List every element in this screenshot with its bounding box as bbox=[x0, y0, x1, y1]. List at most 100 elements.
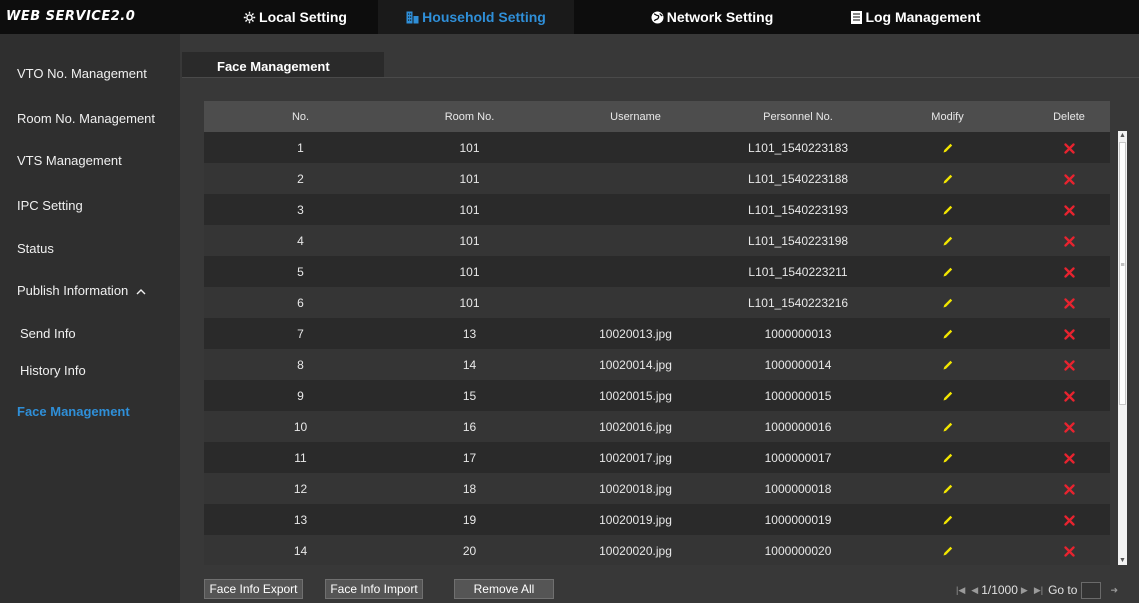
table-row: 10 16 10020016.jpg 1000000016 bbox=[204, 411, 1110, 442]
table-scrollbar[interactable]: ▲ ≡ ▼ bbox=[1118, 131, 1127, 565]
tab-network-setting[interactable]: Network Setting bbox=[640, 0, 784, 34]
sidebar-item-vto[interactable]: VTO No. Management bbox=[17, 66, 197, 81]
x-icon[interactable] bbox=[1063, 329, 1075, 340]
pencil-icon[interactable] bbox=[942, 142, 954, 154]
row-personnel-no: 1000000014 bbox=[729, 349, 867, 380]
row-personnel-no: 1000000019 bbox=[729, 504, 867, 535]
row-modify-cell bbox=[867, 225, 1028, 256]
remove-all-button[interactable]: Remove All bbox=[454, 579, 554, 599]
goto-page-input[interactable] bbox=[1081, 581, 1102, 599]
table-row: 8 14 10020014.jpg 1000000014 bbox=[204, 349, 1110, 380]
row-room-no: 15 bbox=[397, 380, 542, 411]
row-personnel-no: 1000000015 bbox=[729, 380, 867, 411]
pencil-icon[interactable] bbox=[942, 266, 954, 278]
x-icon[interactable] bbox=[1063, 360, 1075, 371]
tab-local-setting[interactable]: Local Setting bbox=[228, 0, 362, 34]
sidebar-item-vts[interactable]: VTS Management bbox=[17, 153, 197, 168]
x-icon[interactable] bbox=[1063, 391, 1075, 402]
x-icon[interactable] bbox=[1063, 422, 1075, 433]
row-delete-cell bbox=[1028, 349, 1110, 380]
pencil-icon[interactable] bbox=[942, 173, 954, 185]
scroll-thumb[interactable] bbox=[1119, 142, 1126, 405]
row-delete-cell bbox=[1028, 411, 1110, 442]
pencil-icon[interactable] bbox=[942, 514, 954, 526]
sidebar-item-publish-label: Publish Information bbox=[17, 283, 129, 298]
row-modify-cell bbox=[867, 132, 1028, 163]
scroll-down-arrow-icon[interactable]: ▼ bbox=[1118, 556, 1127, 565]
row-room-no: 101 bbox=[397, 256, 542, 287]
pencil-icon[interactable] bbox=[942, 297, 954, 309]
row-delete-cell bbox=[1028, 163, 1110, 194]
row-username: 10020016.jpg bbox=[542, 411, 729, 442]
pencil-icon[interactable] bbox=[942, 204, 954, 216]
pencil-icon[interactable] bbox=[942, 452, 954, 464]
face-info-export-button[interactable]: Face Info Export bbox=[204, 579, 303, 599]
sidebar-item-publish[interactable]: Publish Information bbox=[17, 283, 197, 298]
pencil-icon[interactable] bbox=[942, 328, 954, 340]
sidebar: VTO No. Management Room No. Management V… bbox=[0, 34, 180, 603]
x-icon[interactable] bbox=[1063, 484, 1075, 495]
row-username bbox=[542, 132, 729, 163]
tab-log-label: Log Management bbox=[865, 9, 981, 25]
row-delete-cell bbox=[1028, 318, 1110, 349]
face-info-import-button[interactable]: Face Info Import bbox=[325, 579, 423, 599]
x-icon[interactable] bbox=[1063, 143, 1075, 154]
top-nav-bar: WEB SERVICE2.0 Local Setting Household S… bbox=[0, 0, 1139, 34]
x-icon[interactable] bbox=[1063, 453, 1075, 464]
tab-log-management[interactable]: Log Management bbox=[846, 0, 986, 34]
row-modify-cell bbox=[867, 535, 1028, 565]
last-page-icon[interactable]: ▶| bbox=[1034, 585, 1043, 596]
pencil-icon[interactable] bbox=[942, 359, 954, 371]
row-room-no: 16 bbox=[397, 411, 542, 442]
row-room-no: 18 bbox=[397, 473, 542, 504]
table-row: 4 101 L101_1540223198 bbox=[204, 225, 1110, 256]
row-username: 10020019.jpg bbox=[542, 504, 729, 535]
row-personnel-no: L101_1540223183 bbox=[729, 132, 867, 163]
row-username: 10020014.jpg bbox=[542, 349, 729, 380]
row-room-no: 13 bbox=[397, 318, 542, 349]
x-icon[interactable] bbox=[1063, 298, 1075, 309]
row-personnel-no: L101_1540223216 bbox=[729, 287, 867, 318]
goto-arrow-icon[interactable]: ➜ bbox=[1110, 585, 1118, 596]
x-icon[interactable] bbox=[1063, 546, 1075, 557]
pencil-icon[interactable] bbox=[942, 421, 954, 433]
x-icon[interactable] bbox=[1063, 236, 1075, 247]
main-panel: Face Management No. Room No. Username Pe… bbox=[180, 34, 1139, 603]
pencil-icon[interactable] bbox=[942, 235, 954, 247]
sidebar-item-send-info[interactable]: Send Info bbox=[20, 326, 200, 341]
row-username: 10020018.jpg bbox=[542, 473, 729, 504]
pencil-icon[interactable] bbox=[942, 483, 954, 495]
x-icon[interactable] bbox=[1063, 267, 1075, 278]
x-icon[interactable] bbox=[1063, 174, 1075, 185]
row-personnel-no: 1000000017 bbox=[729, 442, 867, 473]
sidebar-item-face-management[interactable]: Face Management bbox=[17, 404, 197, 419]
table-row: 12 18 10020018.jpg 1000000018 bbox=[204, 473, 1110, 504]
tab-face-management[interactable]: Face Management bbox=[182, 52, 384, 78]
x-icon[interactable] bbox=[1063, 515, 1075, 526]
next-page-icon[interactable]: ▶ bbox=[1021, 585, 1028, 596]
x-icon[interactable] bbox=[1063, 205, 1075, 216]
pencil-icon[interactable] bbox=[942, 545, 954, 557]
sidebar-item-room[interactable]: Room No. Management bbox=[17, 111, 197, 126]
row-no: 10 bbox=[204, 411, 397, 442]
table-row: 7 13 10020013.jpg 1000000013 bbox=[204, 318, 1110, 349]
row-room-no: 101 bbox=[397, 225, 542, 256]
sidebar-item-status[interactable]: Status bbox=[17, 241, 197, 256]
row-modify-cell bbox=[867, 442, 1028, 473]
scroll-up-arrow-icon[interactable]: ▲ bbox=[1118, 131, 1127, 140]
sidebar-item-ipc[interactable]: IPC Setting bbox=[17, 198, 197, 213]
row-personnel-no: L101_1540223188 bbox=[729, 163, 867, 194]
subtab-divider bbox=[182, 77, 1139, 78]
row-no: 11 bbox=[204, 442, 397, 473]
first-page-icon[interactable]: |◀ bbox=[956, 585, 965, 596]
pencil-icon[interactable] bbox=[942, 390, 954, 402]
row-room-no: 19 bbox=[397, 504, 542, 535]
sidebar-item-history-info[interactable]: History Info bbox=[20, 363, 200, 378]
table-row: 2 101 L101_1540223188 bbox=[204, 163, 1110, 194]
prev-page-icon[interactable]: ◀ bbox=[971, 585, 978, 596]
face-table: No. Room No. Username Personnel No. Modi… bbox=[204, 101, 1119, 565]
row-modify-cell bbox=[867, 473, 1028, 504]
row-no: 5 bbox=[204, 256, 397, 287]
tab-local-label: Local Setting bbox=[259, 9, 347, 25]
tab-household-setting[interactable]: Household Setting bbox=[378, 0, 574, 34]
